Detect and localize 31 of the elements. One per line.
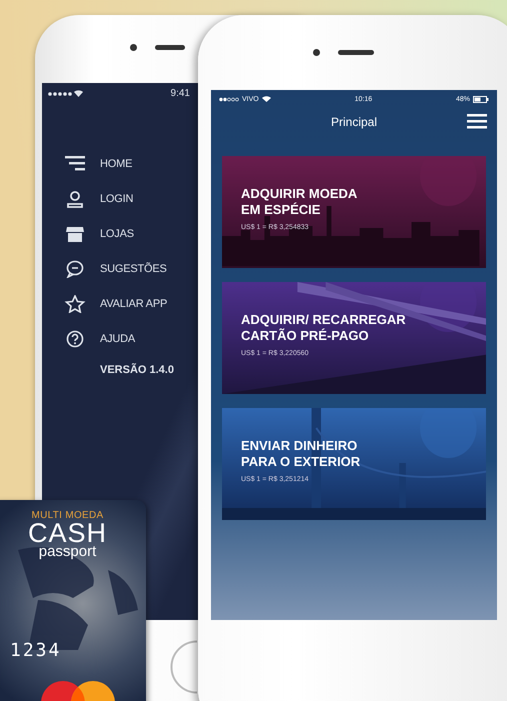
store-icon xyxy=(64,225,86,243)
menu-icon[interactable] xyxy=(467,114,487,129)
version-label: VERSÃO 1.4.0 xyxy=(100,364,175,376)
signal-icon xyxy=(219,96,239,102)
card-number: 1234 xyxy=(10,640,62,661)
camera-icon xyxy=(313,49,320,56)
menu-item[interactable]: AJUDA xyxy=(100,333,136,345)
chat-bubble-icon xyxy=(64,260,86,278)
option-title: ADQUIRIR MOEDA EM ESPÉCIE xyxy=(241,186,358,218)
option-title: ADQUIRIR/ RECARREGAR CARTÃO PRÉ-PAGO xyxy=(241,312,406,344)
menu-item[interactable]: LOJAS xyxy=(100,228,134,240)
card-brand-sub: passport xyxy=(38,545,96,559)
menu-item[interactable]: HOME xyxy=(100,158,132,170)
menu-item[interactable]: SUGESTÕES xyxy=(100,263,167,275)
wifi-icon xyxy=(262,96,271,102)
signal-wifi-icon xyxy=(48,88,84,98)
option-title: ENVIAR DINHEIRO PARA O EXTERIOR xyxy=(241,438,360,470)
menu-item[interactable]: LOGIN xyxy=(100,193,134,205)
help-icon xyxy=(64,330,86,348)
card-tagline: MULTI MOEDA xyxy=(32,510,104,521)
speaker-icon xyxy=(338,50,374,55)
camera-icon xyxy=(130,44,137,51)
screen-title: Principal xyxy=(330,115,378,129)
battery-icon xyxy=(473,96,489,102)
menu-item[interactable]: AVALIAR APP xyxy=(100,298,168,310)
speaker-icon xyxy=(155,45,185,50)
menu-lines-icon xyxy=(64,155,86,173)
status-time: 9:41 xyxy=(170,88,190,98)
star-icon xyxy=(64,295,86,313)
card-brand: CASH xyxy=(28,521,108,545)
user-icon xyxy=(64,190,86,208)
